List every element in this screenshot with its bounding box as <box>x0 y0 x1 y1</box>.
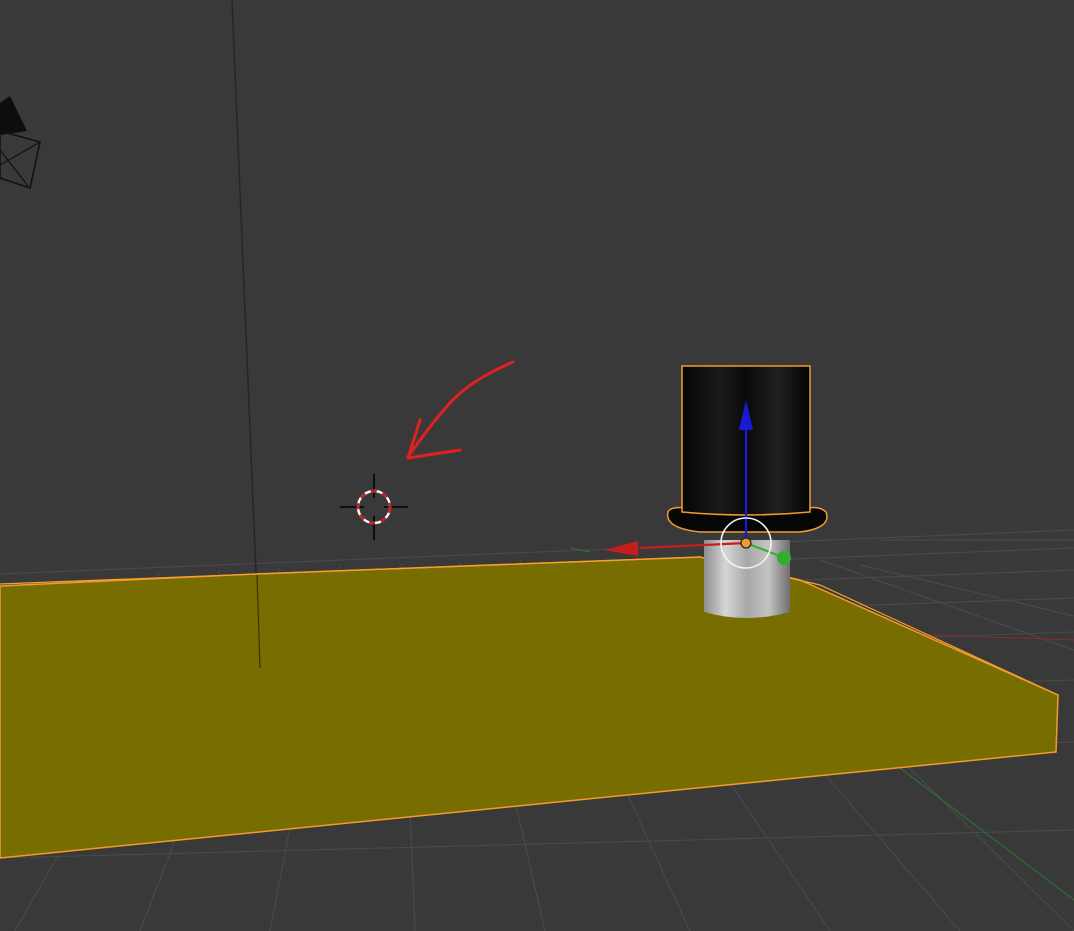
y-axis-arrow-icon[interactable] <box>777 551 791 565</box>
object-origin-icon <box>740 537 752 549</box>
3d-viewport[interactable] <box>0 0 1074 931</box>
